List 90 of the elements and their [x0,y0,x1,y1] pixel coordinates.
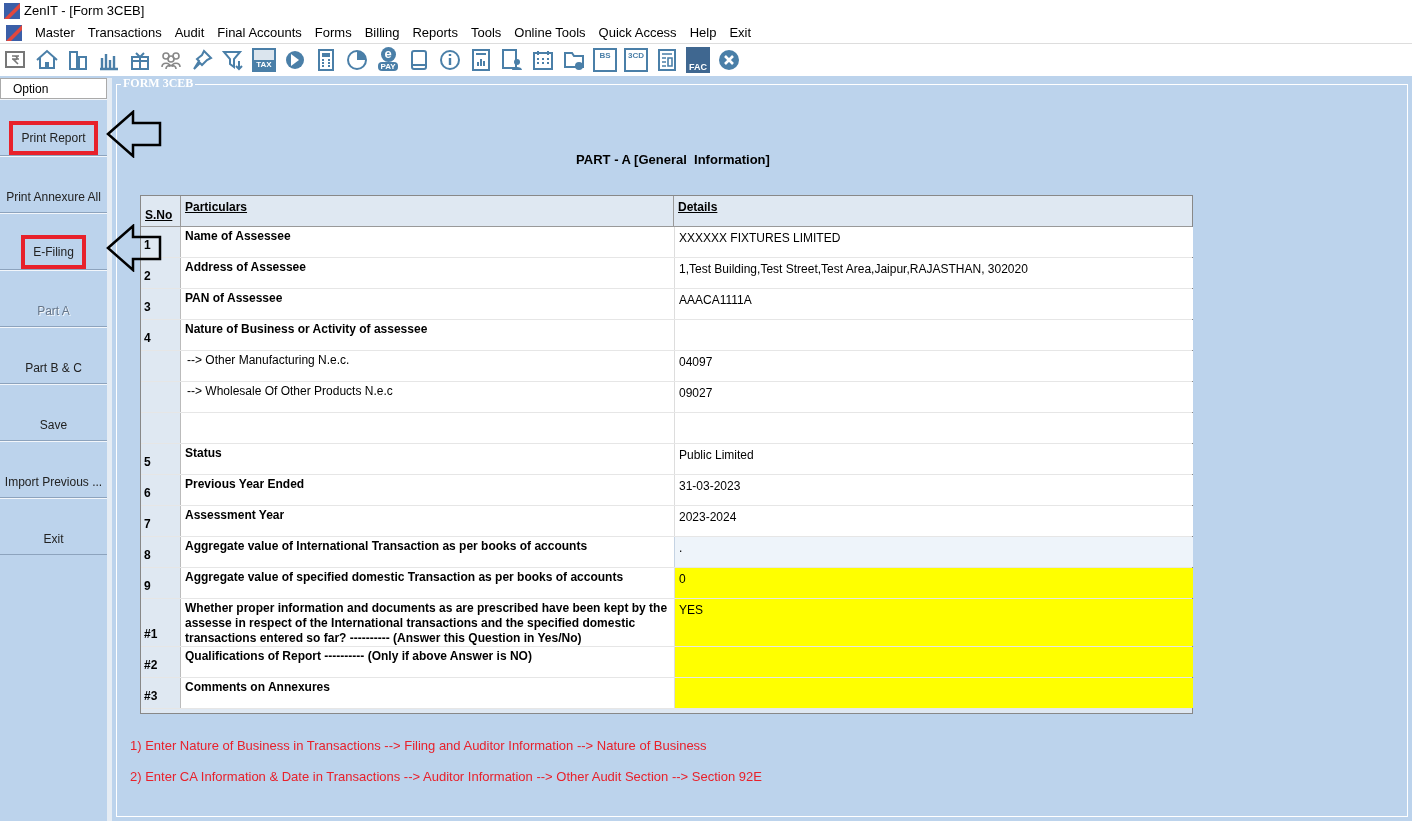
column-header: Particulars [181,195,674,226]
details-field[interactable]: AAACA1111A [674,288,1193,319]
particulars-cell: Qualifications of Report ---------- (Only if above Answer is NO) [181,646,674,677]
report-icon[interactable] [469,48,493,72]
document-icon[interactable] [655,48,679,72]
row-number: 1 [144,236,151,254]
details-field[interactable]: 31-03-2023 [674,474,1193,505]
particulars-cell: Previous Year Ended [181,474,674,505]
sidebar-button[interactable]: Print Annexure All [5,188,102,206]
row-number: 4 [144,329,151,347]
instruction-note: 1) Enter Nature of Business in Transactions --> Filing and Auditor Information --> Nature of Business [130,736,708,755]
menu-item[interactable]: Help [689,22,717,43]
column-header: Details [677,198,719,216]
details-field[interactable] [674,677,1193,708]
row-number: 3 [144,298,151,316]
menu-item[interactable]: Tools [470,22,502,43]
row-number: 9 [144,577,151,595]
sidebar-button[interactable]: E-Filing [21,235,86,269]
calendar-icon[interactable] [531,48,555,72]
menu-item[interactable]: Master [35,22,75,43]
particulars-cell: Status [181,443,674,474]
section-heading: PART - A [General Information] [575,151,771,169]
toolbar-button[interactable]: BS [593,48,617,72]
menu-item[interactable]: Audit [174,22,205,43]
row-number: 6 [144,484,151,502]
toolbar-button[interactable]: 3CD [624,48,648,72]
particulars-cell: Comments on Annexures [181,677,674,708]
menu-item[interactable]: Quick Access [598,22,677,43]
column-header: S.No [141,195,181,226]
particulars-cell: Assessment Year [181,505,674,536]
details-field[interactable]: 0 [674,567,1193,598]
particulars-cell: Name of Assessee [181,226,674,257]
app-logo-icon [4,3,20,19]
row-number: 7 [144,515,151,533]
menu-item[interactable]: Reports [412,22,458,43]
details-field[interactable]: 04097 [674,350,1193,381]
home-icon[interactable] [35,48,59,72]
row-number: 5 [144,453,151,471]
menu-item[interactable]: Final Accounts [217,22,302,43]
close-icon[interactable] [717,48,741,72]
menu-item[interactable]: Billing [364,22,400,43]
sidebar-button[interactable]: Exit [42,530,65,548]
details-field[interactable]: XXXXXX FIXTURES LIMITED [674,226,1193,257]
user-document-icon[interactable] [500,48,524,72]
sidebar-button[interactable]: Part B & C [24,359,83,377]
details-field[interactable] [674,412,1193,443]
menu-item[interactable]: Exit [729,22,752,43]
details-field[interactable]: . [674,536,1193,567]
menu-item[interactable]: Transactions [87,22,162,43]
sidebar-button[interactable]: Save [38,416,69,434]
filter-icon[interactable] [221,48,245,72]
pie-chart-icon[interactable] [345,48,369,72]
callout-arrow-icon [106,224,162,272]
particulars-cell: PAN of Assessee [181,288,674,319]
particulars-cell: Aggregate value of specified domestic Transaction as per books of accounts [181,567,674,598]
tax-button[interactable]: TAX [252,48,276,72]
group-legend: FORM 3CEB [121,76,196,90]
details-field[interactable]: 09027 [674,381,1193,412]
particulars-cell: Aggregate value of International Transaction as per books of accounts [181,536,674,567]
callout-arrow-icon [106,110,162,158]
particulars-cell: --> Other Manufacturing N.e.c. [181,350,674,381]
particulars-cell: Whether proper information and documents as are prescribed have been kept by the assesse in respect of the International transactions and the specified domestic transactions entered so far? ---------- (Answer this Question in Yes/No) [181,598,674,646]
particulars-cell: --> Wholesale Of Other Products N.e.c [181,381,674,412]
details-field[interactable]: 2023-2024 [674,505,1193,536]
particulars-cell: Nature of Business or Activity of assessee [181,319,674,350]
info-icon[interactable] [438,48,462,72]
fac-button[interactable]: FAC [686,47,710,73]
sidebar-header: Option [0,78,107,99]
building-icon[interactable] [66,48,90,72]
details-field[interactable]: YES [674,598,1193,646]
menu-item[interactable]: Online Tools [514,22,586,43]
row-number: #3 [144,687,158,705]
row-number: #1 [144,625,158,643]
epay-button[interactable]: e PAY [376,47,400,73]
particulars-cell: Address of Assessee [181,257,674,288]
menu-item[interactable]: Forms [314,22,352,43]
play-disc-icon[interactable] [283,48,307,72]
row-number: 8 [144,546,151,564]
details-field[interactable] [674,319,1193,350]
row-number: #2 [144,656,158,674]
details-field[interactable]: Public Limited [674,443,1193,474]
window-title: ZenIT - [Form 3CEB] [24,2,145,21]
sidebar-button[interactable]: Import Previous ... [3,473,104,491]
app-logo-icon [6,24,22,41]
details-field[interactable] [674,646,1193,677]
details-field[interactable]: 1,Test Building,Test Street,Test Area,Jaipur,RAJASTHAN, 302020 [674,257,1193,288]
row-number: 2 [144,267,151,285]
pin-icon[interactable] [190,48,214,72]
instruction-note: 2) Enter CA Information & Date in Transactions --> Auditor Information --> Other Audit Section --> Section 92E [130,768,763,786]
sidebar-button[interactable]: Print Report [9,121,98,155]
